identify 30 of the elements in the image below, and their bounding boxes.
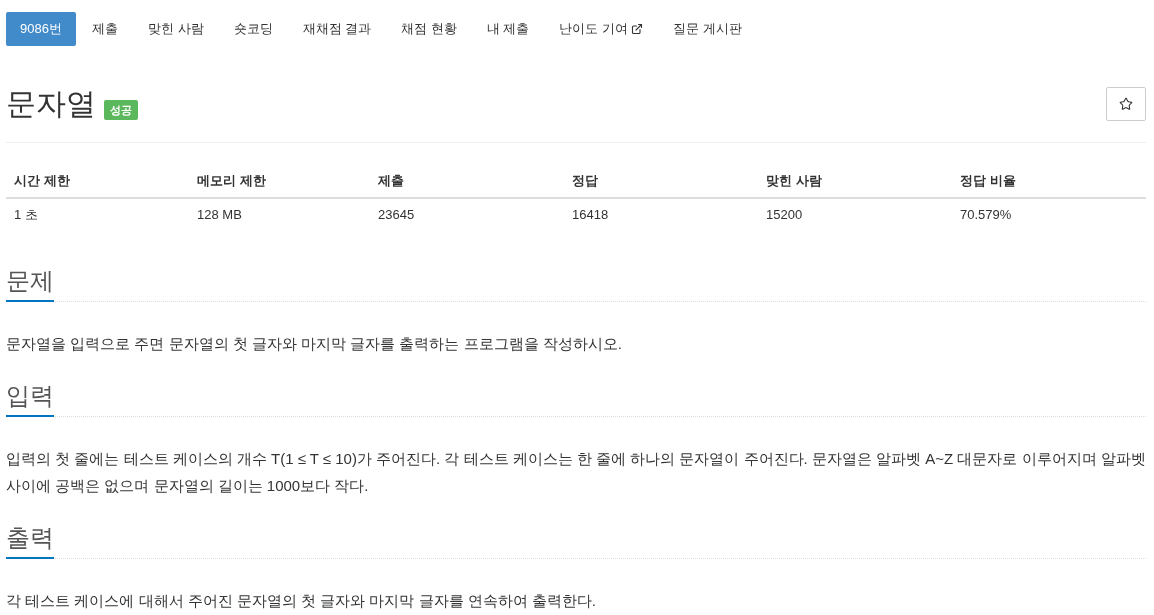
- section-heading: 문제: [6, 266, 54, 302]
- nav-tab[interactable]: 재채점 결과: [288, 12, 386, 46]
- table-cell-text: 15200: [765, 206, 804, 224]
- success-badge: 성공: [104, 100, 138, 120]
- nav-tab[interactable]: 질문 게시판: [659, 12, 756, 46]
- table-cell-text: 128 MB: [196, 206, 243, 224]
- nav-tab[interactable]: 9086번: [6, 12, 76, 46]
- table-header: 정답 비율: [959, 172, 1017, 190]
- table-header: 맞힌 사람: [765, 172, 823, 190]
- section-text: 각 테스트 케이스에 대해서 주어진 문자열의 첫 글자와 마지막 글자를 연속하여 출력한다.: [6, 591, 597, 611]
- nav-tab[interactable]: 제출: [77, 12, 132, 46]
- table-header: 제출: [377, 172, 405, 190]
- nav-tab[interactable]: 숏코딩: [219, 12, 287, 46]
- nav-tab[interactable]: 맞힌 사람: [133, 12, 218, 46]
- table-cell-text: 16418: [571, 206, 610, 224]
- table-header: 시간 제한: [13, 172, 71, 190]
- problem-title: 문자열: [6, 86, 96, 122]
- section-text: 입력의 첫 줄에는 테스트 케이스의 개수 T(1 ≤ T ≤ 10)가 주어진다. 각 테스트 케이스는 한 줄에 하나의 문자열이 주어진다. 문자열은 알파벳 A~Z 대문자로 이루어지며 알파벳 사이에 공백은 없으며 문자열의 길이는 1000보다 작다.: [6, 449, 1146, 496]
- table-cell-text: 70.579%: [959, 206, 1013, 224]
- section-heading: 출력: [6, 523, 54, 559]
- nav-tab[interactable]: 난이도 기여: [545, 12, 658, 46]
- section-text: 문자열을 입력으로 주면 문자열의 첫 글자와 마지막 글자를 출력하는 프로그램을 작성하시오.: [6, 334, 623, 354]
- table-cell-text: 1 초: [13, 206, 39, 224]
- table-header: 정답: [571, 172, 599, 190]
- nav-tab[interactable]: 채점 현황: [387, 12, 471, 46]
- table-cell-text: 23645: [377, 206, 416, 224]
- section-heading: 입력: [6, 381, 54, 417]
- nav-tab[interactable]: 내 제출: [472, 12, 544, 46]
- favorite-button[interactable]: [1106, 87, 1146, 121]
- table-header: 메모리 제한: [196, 172, 267, 190]
